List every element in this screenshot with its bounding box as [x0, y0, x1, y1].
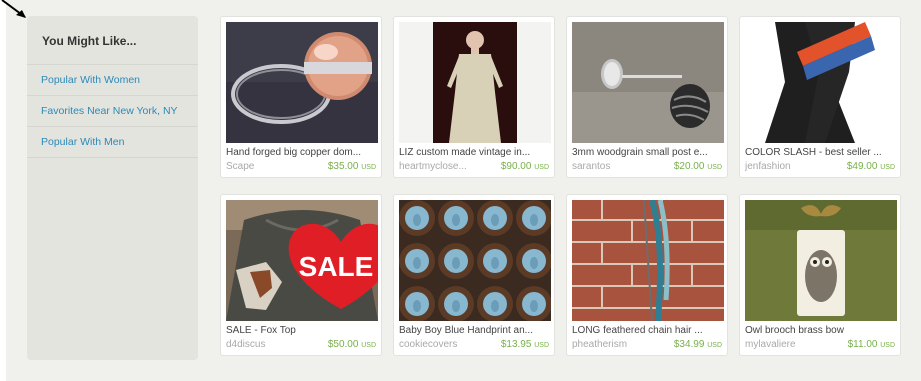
feather-hair-image[interactable]: [572, 200, 724, 321]
shop-name[interactable]: mylavaliere: [745, 339, 835, 350]
shop-name[interactable]: jenfashion: [745, 161, 835, 172]
product-title[interactable]: COLOR SLASH - best seller ...: [745, 147, 897, 158]
popular-with-men-link[interactable]: Popular With Men: [27, 126, 198, 158]
product-price: $13.95 USD: [500, 339, 549, 350]
product-card[interactable]: LONG feathered chain hair ... pheatheris…: [566, 194, 728, 356]
sale-badge: SALE: [299, 251, 374, 282]
vintage-dress-image[interactable]: [399, 22, 551, 143]
owl-brooch-image[interactable]: [745, 200, 897, 321]
product-title[interactable]: Baby Boy Blue Handprint an...: [399, 325, 551, 336]
product-card[interactable]: SALE SALE - Fox Top d4discus $50.00 USD: [220, 194, 382, 356]
post-earrings-image[interactable]: [572, 22, 724, 143]
product-price: $20.00 USD: [673, 161, 722, 172]
product-card[interactable]: Baby Boy Blue Handprint an... cookiecove…: [393, 194, 555, 356]
jumpsuit-image[interactable]: [745, 22, 897, 143]
product-price: $35.00 USD: [327, 161, 376, 172]
shop-name[interactable]: Scape: [226, 161, 316, 172]
product-title[interactable]: LONG feathered chain hair ...: [572, 325, 724, 336]
product-price: $34.99 USD: [673, 339, 722, 350]
product-title[interactable]: LIZ custom made vintage in...: [399, 147, 551, 158]
shop-name[interactable]: cookiecovers: [399, 339, 489, 350]
product-price: $90.00 USD: [500, 161, 549, 172]
you-might-like-sidebar: You Might Like... Popular With Women Fav…: [27, 16, 198, 360]
product-card[interactable]: LIZ custom made vintage in... heartmyclo…: [393, 16, 555, 178]
favorites-near-location-link[interactable]: Favorites Near New York, NY: [27, 95, 198, 126]
product-title[interactable]: Owl brooch brass bow: [745, 325, 897, 336]
product-card[interactable]: COLOR SLASH - best seller ... jenfashion…: [739, 16, 901, 178]
product-card[interactable]: Owl brooch brass bow mylavaliere $11.00 …: [739, 194, 901, 356]
pointer-cursor-icon: [1, 0, 26, 18]
product-price: $11.00 USD: [847, 339, 895, 350]
product-title[interactable]: SALE - Fox Top: [226, 325, 378, 336]
shop-name[interactable]: d4discus: [226, 339, 316, 350]
product-title[interactable]: Hand forged big copper dom...: [226, 147, 378, 158]
product-card[interactable]: Hand forged big copper dom... Scape $35.…: [220, 16, 382, 178]
product-title[interactable]: 3mm woodgrain small post e...: [572, 147, 724, 158]
fox-top-image[interactable]: SALE: [226, 200, 378, 321]
product-price: $50.00 USD: [327, 339, 376, 350]
popular-with-women-link[interactable]: Popular With Women: [27, 64, 198, 95]
copper-ring-image[interactable]: [226, 22, 378, 143]
product-price: $49.00 USD: [846, 161, 895, 172]
shop-name[interactable]: heartmyclose...: [399, 161, 489, 172]
shop-name[interactable]: sarantos: [572, 161, 662, 172]
handprint-cookies-image[interactable]: [399, 200, 551, 321]
shop-name[interactable]: pheatherism: [572, 339, 662, 350]
product-card[interactable]: 3mm woodgrain small post e... sarantos $…: [566, 16, 728, 178]
sidebar-title: You Might Like...: [42, 34, 137, 48]
recommendations-panel: You Might Like... Popular With Women Fav…: [6, 0, 921, 381]
